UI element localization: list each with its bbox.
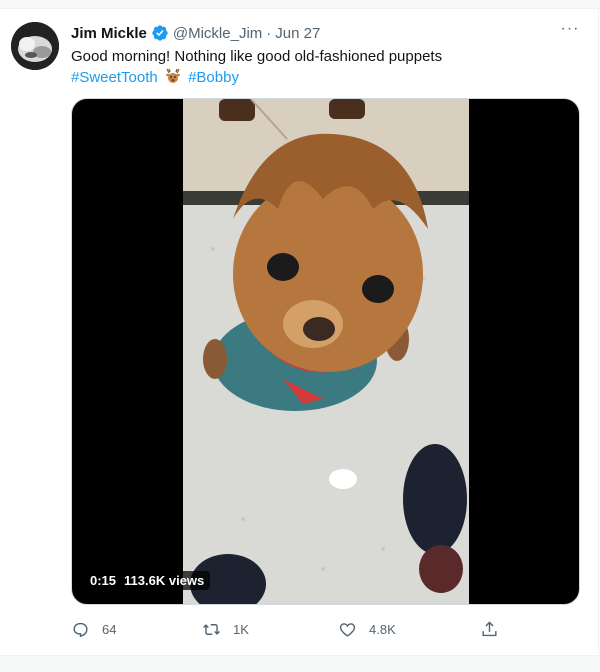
tweet-body: Good morning! Nothing like good old-fash… bbox=[71, 48, 443, 65]
tweet-actions: 64 1K 4.8K bbox=[71, 617, 511, 641]
retweet-count: 1K bbox=[233, 621, 249, 637]
separator-dot: · bbox=[266, 24, 272, 42]
hashtag-sweettooth[interactable]: #SweetTooth bbox=[71, 69, 158, 86]
hashtag-bobby[interactable]: #Bobby bbox=[188, 69, 239, 86]
tweet-header: Jim Mickle @Mickle_Jim · Jun 27 bbox=[71, 23, 320, 43]
reply-icon bbox=[73, 622, 88, 637]
page-bottom-edge bbox=[0, 655, 600, 672]
video-views: 113.6K views bbox=[124, 573, 205, 588]
video-still-image bbox=[183, 99, 469, 604]
share-icon bbox=[482, 620, 497, 636]
tweet-card[interactable]: Jim Mickle @Mickle_Jim · Jun 27 ··· Good… bbox=[0, 9, 599, 654]
tweet-hashtags: #SweetTooth #Bobby bbox=[71, 67, 571, 88]
like-count: 4.8K bbox=[369, 621, 396, 637]
heart-icon bbox=[339, 622, 356, 637]
reply-button[interactable]: 64 bbox=[71, 617, 116, 641]
video-duration: 0:15 bbox=[90, 573, 117, 588]
video-player[interactable]: 0:15 113.6K views bbox=[71, 98, 580, 605]
author-handle[interactable]: @Mickle_Jim bbox=[173, 25, 262, 42]
retweet-button[interactable]: 1K bbox=[202, 617, 249, 641]
video-frame[interactable] bbox=[183, 99, 469, 604]
deer-emoji-icon bbox=[164, 67, 182, 85]
tweet-text: Good morning! Nothing like good old-fash… bbox=[71, 46, 571, 88]
page-top-edge bbox=[0, 0, 600, 9]
author-name[interactable]: Jim Mickle bbox=[71, 25, 147, 42]
avatar-image bbox=[11, 22, 59, 70]
share-button[interactable] bbox=[480, 617, 499, 641]
avatar[interactable] bbox=[11, 22, 59, 70]
more-options-icon[interactable]: ··· bbox=[560, 19, 580, 39]
video-info-badge: 0:15 113.6K views bbox=[84, 571, 211, 590]
like-button[interactable]: 4.8K bbox=[338, 617, 396, 641]
verified-badge-icon bbox=[151, 24, 169, 42]
retweet-icon bbox=[203, 623, 220, 635]
tweet-date[interactable]: Jun 27 bbox=[275, 25, 320, 42]
reply-count: 64 bbox=[102, 621, 117, 637]
